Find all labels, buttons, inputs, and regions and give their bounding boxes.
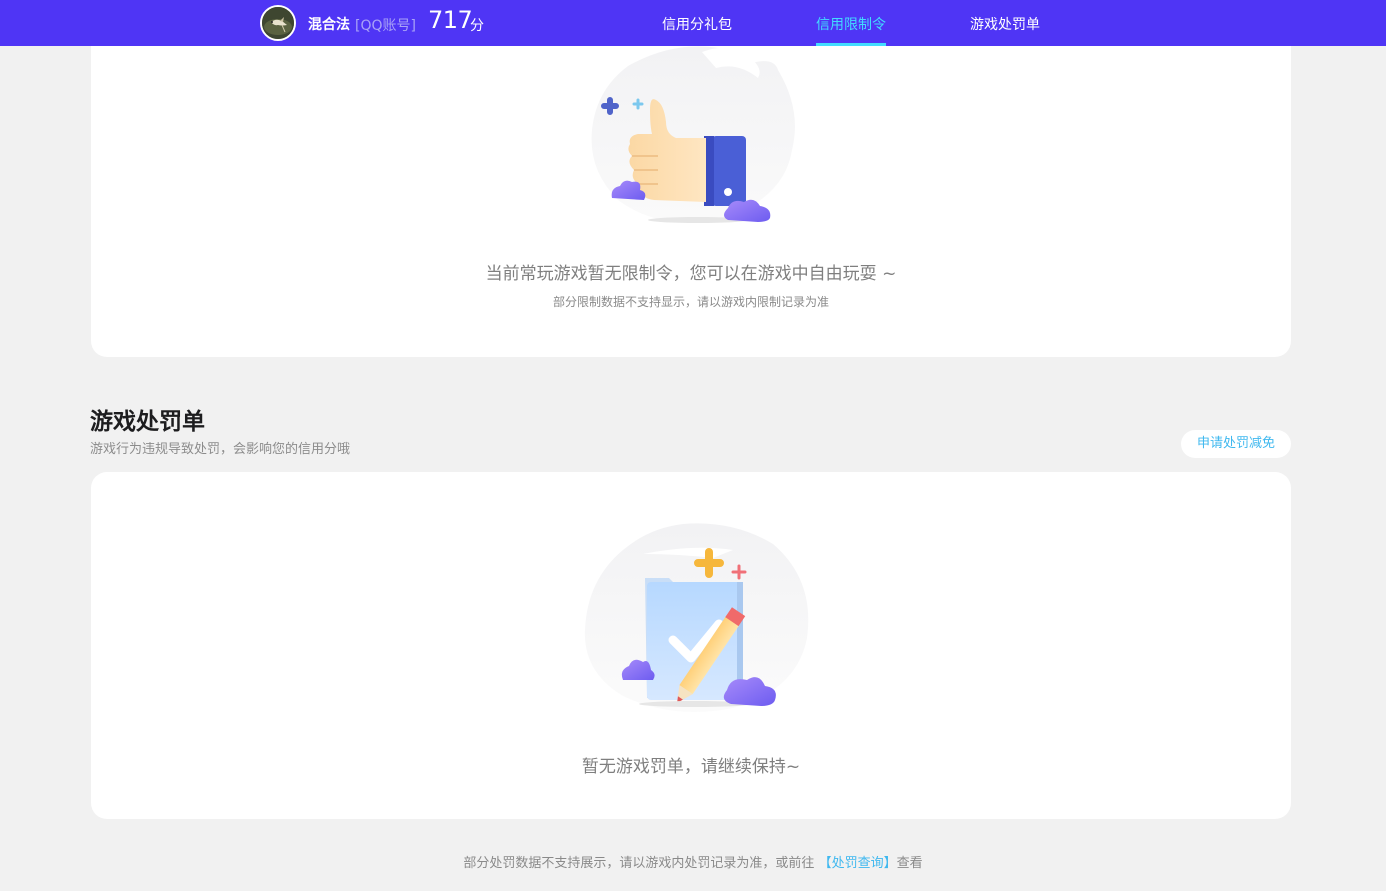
page: 混合法 [QQ账号] 717 分 信用分礼包 信用限制令 游戏处罚单 当前常玩游… <box>0 0 1386 891</box>
restriction-empty-note: 部分限制数据不支持显示，请以游戏内限制记录为准 <box>552 295 829 309</box>
account-type: [QQ账号] <box>355 18 416 34</box>
thumbs-up-icon <box>591 46 795 223</box>
tab-game-penalty[interactable]: 游戏处罚单 <box>970 14 1040 34</box>
user-name: 混合法 <box>308 17 350 33</box>
footer-text-suffix: 查看 <box>896 856 923 871</box>
penalty-empty-message: 暂无游戏罚单，请继续保持~ <box>581 757 801 777</box>
tab-credit-gift[interactable]: 信用分礼包 <box>662 14 732 34</box>
penalty-query-link[interactable]: 【处罚查询】 <box>819 856 897 871</box>
footer-text: 部分处罚数据不支持展示，请以游戏内处罚记录为准，或前往 <box>463 856 815 871</box>
active-tab-indicator <box>816 43 886 46</box>
penalty-card: 暂无游戏罚单，请继续保持~ <box>91 472 1291 819</box>
restriction-empty-message: 当前常玩游戏暂无限制令，您可以在游戏中自由玩耍 ~ <box>485 264 897 284</box>
avatar-image-icon <box>262 7 294 39</box>
checklist-pencil-icon <box>584 523 809 712</box>
credit-score-unit: 分 <box>470 18 484 34</box>
credit-score: 717 <box>428 6 473 34</box>
penalty-section-title: 游戏处罚单 <box>90 409 205 435</box>
penalty-section-description: 游戏行为违规导致处罚，会影响您的信用分哦 <box>90 442 351 457</box>
restriction-card: 当前常玩游戏暂无限制令，您可以在游戏中自由玩耍 ~ 部分限制数据不支持显示，请以… <box>91 20 1291 357</box>
apply-penalty-reduction-button[interactable]: 申请处罚减免 <box>1181 430 1291 458</box>
footer-note: 部分处罚数据不支持展示，请以游戏内处罚记录为准，或前往 【处罚查询】查看 <box>0 852 1386 871</box>
avatar[interactable] <box>260 5 296 41</box>
tab-credit-restriction[interactable]: 信用限制令 <box>816 14 886 34</box>
top-navigation-bar: 混合法 [QQ账号] 717 分 信用分礼包 信用限制令 游戏处罚单 <box>0 0 1386 46</box>
